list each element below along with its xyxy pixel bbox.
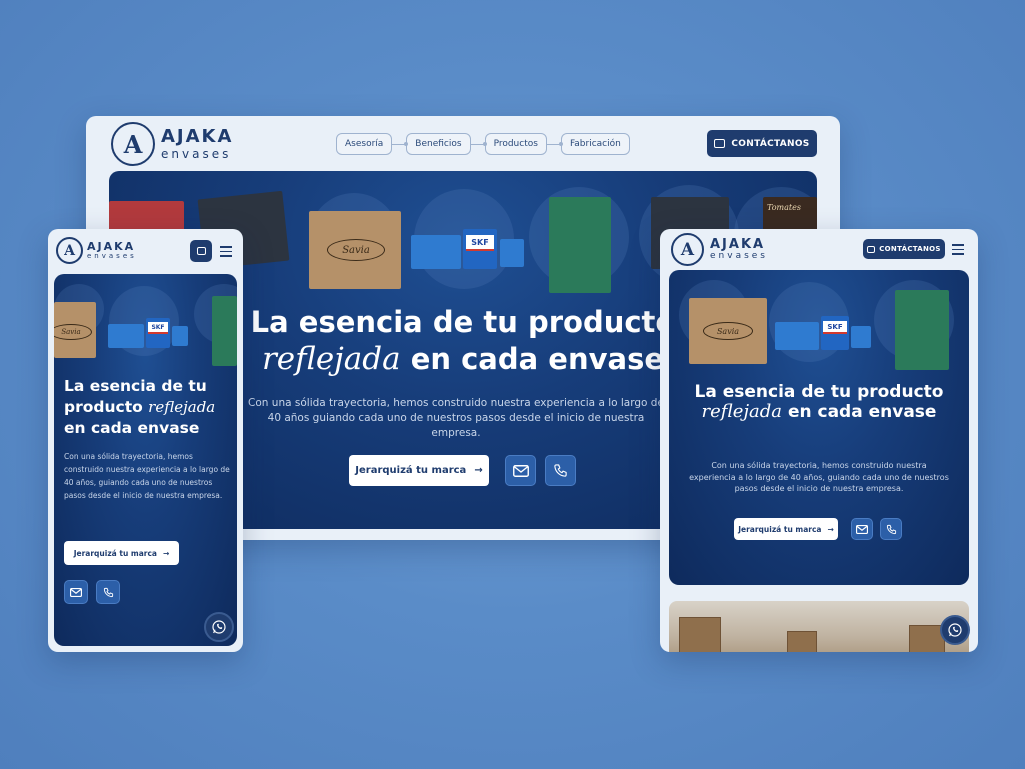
arrow-right-icon: → — [827, 524, 834, 534]
logo-mark: A — [111, 122, 155, 166]
nav-item-fabricacion[interactable]: Fabricación — [560, 133, 630, 155]
phone-icon — [886, 524, 896, 534]
nav-item-productos[interactable]: Productos — [484, 133, 547, 155]
logo-sub: envases — [87, 252, 137, 260]
hero-title-b: en cada envase — [787, 402, 937, 423]
product-paper-bag: Savia — [689, 298, 767, 364]
logo-mark: A — [56, 237, 83, 264]
cta-button[interactable]: Jerarquizá tu marca → — [64, 541, 179, 565]
hero-title-script: reflejada — [261, 341, 401, 378]
product-small-box — [851, 326, 871, 348]
logo-mark: A — [671, 233, 704, 266]
phone-button[interactable] — [545, 455, 576, 486]
nav-connector — [470, 141, 487, 146]
contact-button-label: CONTÁCTANOS — [879, 245, 941, 253]
hero-description: Con una sólida trayectoria, hemos constr… — [689, 461, 949, 494]
hamburger-icon[interactable] — [220, 246, 232, 257]
product-green-box — [549, 197, 611, 293]
whatsapp-icon — [948, 623, 962, 637]
contact-button-label: CONTÁCTANOS — [731, 138, 810, 149]
product-paper-bag: Savia — [54, 302, 96, 358]
logo-name: AJAKA — [161, 126, 234, 147]
product-small-box — [172, 326, 188, 346]
hero-title: La esencia de tu producto reflejada en c… — [689, 382, 949, 424]
product-blue-box — [411, 235, 461, 269]
hero-title-script: reflejada — [701, 401, 783, 423]
product-small-box — [500, 239, 524, 267]
bag-label: Savia — [54, 324, 92, 340]
whatsapp-icon — [212, 620, 226, 634]
product-skf-box: SKF — [146, 318, 170, 348]
nav-item-asesoria[interactable]: Asesoría — [336, 133, 393, 155]
cta-button-label: Jerarquizá tu marca — [73, 548, 157, 558]
main-nav: Asesoría Beneficios Productos Fabricació… — [336, 133, 630, 155]
hero-title: La esencia de tu producto reflejada en c… — [64, 376, 230, 439]
skf-label: SKF — [823, 321, 847, 334]
hero-title-a: La esencia de tu producto — [694, 382, 944, 402]
hero-description: Con una sólida trayectoria, hemos constr… — [64, 452, 230, 501]
cta-button-label: Jerarquizá tu marca — [738, 524, 822, 534]
hamburger-icon[interactable] — [952, 244, 964, 255]
chat-icon — [196, 247, 206, 255]
logo-sub: envases — [161, 147, 232, 161]
logo[interactable]: A AJAKA envases — [111, 122, 233, 166]
mail-icon — [70, 587, 82, 597]
mobile-preview: A AJAKA envases Savia SKF La esencia de … — [48, 229, 243, 652]
warehouse-photo — [669, 601, 969, 652]
cta-button-label: Jerarquizá tu marca — [355, 465, 467, 476]
phone-button[interactable] — [96, 580, 120, 604]
hero-title-script: reflejada — [148, 397, 216, 416]
logo-name: AJAKA — [710, 237, 766, 252]
logo-sub: envases — [710, 251, 768, 261]
logo[interactable]: A AJAKA envases — [671, 233, 768, 266]
phone-icon — [103, 587, 113, 597]
bag-label: Savia — [703, 322, 753, 340]
mail-icon — [856, 524, 868, 534]
tablet-preview: A AJAKA envases CONTÁCTANOS Savia SKF La… — [660, 229, 978, 652]
cta-button[interactable]: Jerarquizá tu marca → — [349, 455, 489, 486]
product-green-box — [212, 296, 237, 366]
skf-label: SKF — [466, 235, 494, 251]
nav-connector — [546, 141, 563, 146]
bag-label: Savia — [327, 239, 385, 261]
hero-title-b: en cada envase — [64, 418, 200, 437]
phone-button[interactable] — [880, 518, 902, 540]
whatsapp-button[interactable] — [940, 615, 970, 645]
mail-button[interactable] — [505, 455, 536, 486]
nav-connector — [392, 141, 409, 146]
contact-button[interactable]: CONTÁCTANOS — [707, 130, 817, 157]
mail-icon — [512, 464, 529, 477]
hero-section: Savia SKF La esencia de tu producto refl… — [669, 270, 969, 585]
logo[interactable]: A AJAKA envases — [56, 237, 137, 264]
contact-button[interactable]: CONTÁCTANOS — [863, 239, 945, 259]
chat-icon — [714, 139, 726, 148]
contact-button[interactable] — [190, 240, 212, 262]
skf-label: SKF — [148, 322, 168, 334]
hero-section: Savia SKF La esencia de tu producto refl… — [54, 274, 237, 646]
hero-title-line2: en cada envase — [410, 342, 665, 377]
hero-description: Con una sólida trayectoria, hemos constr… — [248, 397, 664, 440]
phone-icon — [554, 464, 567, 477]
mail-button[interactable] — [851, 518, 873, 540]
nav-item-beneficios[interactable]: Beneficios — [406, 133, 471, 155]
product-green-box — [895, 290, 949, 370]
whatsapp-button[interactable] — [204, 612, 234, 642]
cta-button[interactable]: Jerarquizá tu marca → — [734, 518, 838, 540]
arrow-right-icon: → — [162, 548, 170, 558]
mail-button[interactable] — [64, 580, 88, 604]
product-blue-box — [108, 324, 144, 348]
product-blue-box — [775, 322, 819, 350]
chat-icon — [867, 245, 876, 253]
product-skf-box: SKF — [821, 316, 849, 350]
arrow-right-icon: → — [474, 465, 483, 476]
product-skf-box: SKF — [463, 229, 497, 269]
logo-name: AJAKA — [87, 240, 136, 253]
tomato-label: Tomates — [767, 203, 801, 212]
product-paper-bag: Savia — [309, 211, 401, 289]
